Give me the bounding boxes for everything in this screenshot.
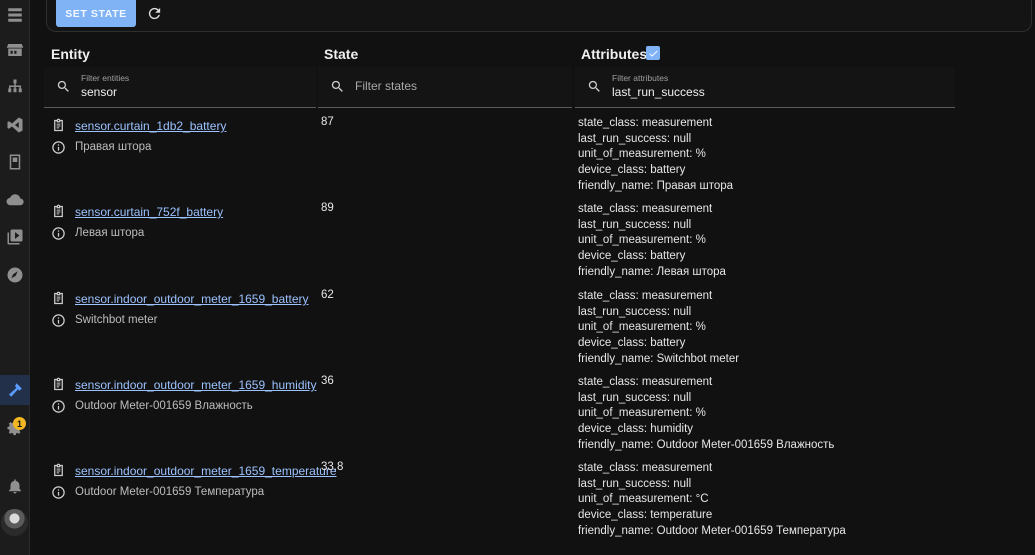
- filter-states-placeholder: Filter states: [355, 79, 418, 93]
- notification-badge: 1: [13, 417, 26, 430]
- attribute-line: friendly_name: Switchbot meter: [578, 352, 740, 365]
- entity-attributes: state_class: measurement last_run_succes…: [578, 202, 726, 281]
- clipboard-icon[interactable]: [51, 118, 66, 133]
- entity-state: 87: [321, 116, 334, 128]
- info-icon[interactable]: [51, 140, 66, 155]
- attribute-line: unit_of_measurement: %: [578, 407, 706, 420]
- compass-icon[interactable]: [0, 260, 30, 290]
- media-icon[interactable]: [0, 222, 30, 252]
- attribute-line: friendly_name: Левая штора: [578, 265, 726, 278]
- entity-attributes: state_class: measurement last_run_succes…: [578, 461, 846, 540]
- attribute-line: device_class: humidity: [578, 423, 694, 436]
- hacs-icon[interactable]: [0, 35, 30, 65]
- entity-column-header: Entity: [51, 46, 90, 62]
- attribute-line: device_class: battery: [578, 337, 686, 350]
- entity-state: 36: [321, 375, 334, 387]
- attribute-line: unit_of_measurement: °C: [578, 493, 709, 506]
- sidebar: 1: [0, 0, 30, 555]
- state-column-header: State: [324, 46, 359, 62]
- attribute-line: state_class: measurement: [578, 462, 713, 474]
- info-icon[interactable]: [51, 485, 66, 500]
- info-icon[interactable]: [51, 399, 66, 414]
- vscode-icon[interactable]: [0, 110, 30, 140]
- info-icon[interactable]: [51, 226, 66, 241]
- entities-icon[interactable]: [0, 0, 30, 30]
- attribute-line: device_class: temperature: [578, 509, 713, 522]
- entity-friendly-name: Outdoor Meter-001659 Температура: [75, 486, 265, 498]
- entity-state: 33.8: [321, 461, 344, 473]
- entity-attributes: state_class: measurement last_run_succes…: [578, 289, 739, 368]
- search-icon: [330, 79, 345, 94]
- filter-entities-label: Filter entities: [81, 73, 130, 83]
- attribute-line: last_run_success: null: [578, 477, 692, 490]
- attribute-line: friendly_name: Outdoor Meter-001659 Темп…: [578, 524, 846, 537]
- filter-entities-value: sensor: [81, 85, 118, 99]
- attribute-line: state_class: measurement: [578, 290, 713, 302]
- filter-attributes-value: last_run_success: [612, 85, 705, 99]
- entity-id-link[interactable]: sensor.indoor_outdoor_meter_1659_battery: [75, 292, 309, 306]
- attribute-line: unit_of_measurement: %: [578, 148, 706, 161]
- entity-id-link[interactable]: sensor.curtain_752f_battery: [75, 205, 223, 219]
- entity-id-link[interactable]: sensor.indoor_outdoor_meter_1659_tempera…: [75, 464, 337, 478]
- refresh-icon[interactable]: [145, 4, 164, 23]
- entity-attributes: state_class: measurement last_run_succes…: [578, 375, 834, 454]
- attributes-column-header: Attributes: [581, 46, 648, 62]
- clipboard-icon[interactable]: [51, 291, 66, 306]
- entity-friendly-name: Switchbot meter: [75, 314, 158, 326]
- set-state-button[interactable]: SET STATE: [56, 0, 136, 27]
- search-icon: [56, 79, 71, 94]
- filter-attributes-input[interactable]: Filter attributes last_run_success: [575, 67, 955, 108]
- attribute-line: last_run_success: null: [578, 305, 692, 318]
- attribute-line: state_class: measurement: [578, 376, 713, 388]
- set-state-card: [46, 0, 1032, 32]
- clipboard-icon[interactable]: [51, 204, 66, 219]
- attribute-line: state_class: measurement: [578, 117, 713, 129]
- search-icon: [587, 79, 602, 94]
- entity-friendly-name: Левая штора: [75, 227, 145, 239]
- filter-entities-input[interactable]: Filter entities sensor: [44, 67, 316, 108]
- network-icon[interactable]: [0, 72, 30, 102]
- clipboard-icon[interactable]: [51, 377, 66, 392]
- developer-tools-icon[interactable]: [0, 375, 30, 405]
- entity-state: 62: [321, 289, 334, 301]
- entity-id-link[interactable]: sensor.indoor_outdoor_meter_1659_humidit…: [75, 378, 317, 392]
- bell-icon[interactable]: [0, 471, 30, 501]
- attribute-line: last_run_success: null: [578, 391, 692, 404]
- attribute-line: device_class: battery: [578, 164, 686, 177]
- avatar[interactable]: [1, 509, 28, 536]
- attributes-checkbox[interactable]: [646, 46, 660, 60]
- entity-state: 89: [321, 202, 334, 214]
- attribute-line: unit_of_measurement: %: [578, 234, 706, 247]
- attribute-line: last_run_success: null: [578, 218, 692, 231]
- entity-friendly-name: Outdoor Meter-001659 Влажность: [75, 400, 253, 412]
- info-icon[interactable]: [51, 313, 66, 328]
- attribute-line: friendly_name: Outdoor Meter-001659 Влаж…: [578, 438, 835, 451]
- entity-id-link[interactable]: sensor.curtain_1db2_battery: [75, 119, 226, 133]
- entity-attributes: state_class: measurement last_run_succes…: [578, 116, 733, 195]
- tablet-icon[interactable]: [0, 147, 30, 177]
- attribute-line: state_class: measurement: [578, 203, 713, 215]
- attribute-line: friendly_name: Правая штора: [578, 179, 734, 192]
- attribute-line: unit_of_measurement: %: [578, 321, 706, 334]
- cloud-icon[interactable]: [0, 185, 30, 215]
- filter-states-input[interactable]: Filter states: [318, 67, 572, 108]
- clipboard-icon[interactable]: [51, 463, 66, 478]
- filter-attributes-label: Filter attributes: [612, 73, 669, 83]
- attribute-line: last_run_success: null: [578, 132, 692, 145]
- attribute-line: device_class: battery: [578, 250, 686, 263]
- entity-friendly-name: Правая штора: [75, 141, 152, 153]
